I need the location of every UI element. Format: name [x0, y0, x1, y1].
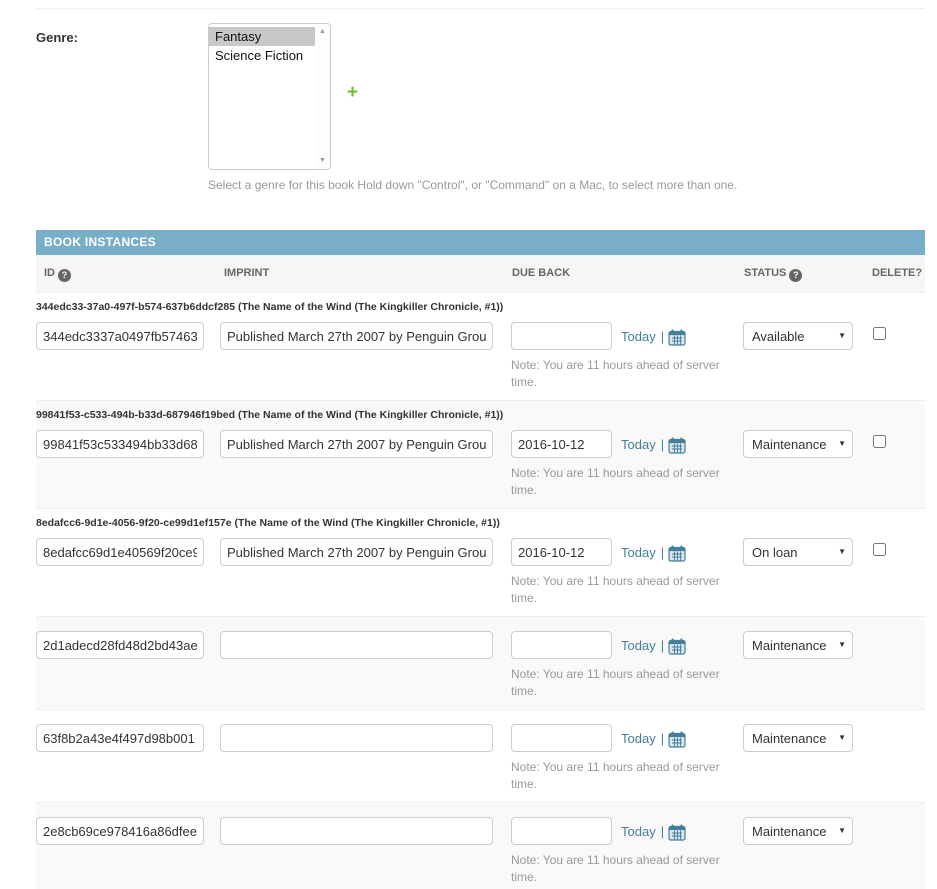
status-help-icon[interactable]: ? — [789, 269, 802, 282]
id-input[interactable] — [36, 430, 204, 458]
book-instance-row: Today | Note: You are 11 hours ahead of … — [36, 710, 925, 803]
status-select[interactable]: Maintenance — [743, 724, 853, 752]
calendar-icon[interactable] — [668, 545, 686, 562]
calendar-icon[interactable] — [668, 638, 686, 655]
scrollbar[interactable]: ▲ ▼ — [315, 24, 330, 169]
book-instances-module: BOOK INSTANCES ID? IMPRINT DUE BACK STAT… — [36, 230, 925, 889]
today-link[interactable]: Today — [621, 545, 656, 560]
book-change-form: Genre: Fantasy Science Fiction ▲ ▼ + Sel… — [0, 8, 937, 889]
status-select[interactable]: Maintenance — [743, 817, 853, 845]
separator: | — [661, 545, 664, 560]
due-back-input[interactable] — [511, 724, 612, 752]
book-instance-row: Today | Note: You are 11 hours ahead of … — [36, 803, 925, 889]
today-link[interactable]: Today — [621, 437, 656, 452]
timezone-note: Note: You are 11 hours ahead of server t… — [511, 852, 723, 886]
column-header-due-back: DUE BACK — [511, 267, 743, 282]
imprint-input[interactable] — [220, 322, 493, 350]
book-instance-row: Today | Note: You are 11 hours ahead of … — [36, 617, 925, 710]
status-select[interactable]: On loan — [743, 538, 853, 566]
imprint-input[interactable] — [220, 631, 493, 659]
instance-object-label: 344edc33-37a0-497f-b574-637b6ddcf285 (Th… — [36, 301, 925, 313]
column-header-id: ID? — [36, 267, 220, 282]
genre-multiselect[interactable]: Fantasy Science Fiction ▲ ▼ — [208, 23, 331, 170]
genre-option-science-fiction[interactable]: Science Fiction — [209, 46, 315, 65]
id-help-icon[interactable]: ? — [58, 269, 71, 282]
instance-object-label: 99841f53-c533-494b-b33d-687946f19bed (Th… — [36, 409, 925, 421]
book-instance-row: 8edafcc6-9d1e-4056-9f20-ce99d1ef157e (Th… — [36, 509, 925, 617]
imprint-input[interactable] — [220, 817, 493, 845]
separator: | — [661, 824, 664, 839]
genre-help-text: Select a genre for this book Hold down "… — [208, 178, 925, 192]
timezone-note: Note: You are 11 hours ahead of server t… — [511, 357, 723, 391]
due-back-input[interactable] — [511, 322, 612, 350]
column-header-imprint: IMPRINT — [220, 267, 511, 282]
delete-checkbox[interactable] — [873, 327, 886, 340]
status-select[interactable]: Maintenance — [743, 631, 853, 659]
column-header-row: ID? IMPRINT DUE BACK STATUS? DELETE? — [36, 255, 925, 293]
genre-options: Fantasy Science Fiction — [209, 24, 315, 169]
genre-label: Genre: — [36, 23, 208, 170]
today-link[interactable]: Today — [621, 824, 656, 839]
book-instance-row: 344edc33-37a0-497f-b574-637b6ddcf285 (Th… — [36, 293, 925, 401]
form-row-divider — [36, 8, 925, 9]
book-instances-header: BOOK INSTANCES — [36, 230, 925, 255]
scroll-up-icon[interactable]: ▲ — [319, 28, 326, 36]
id-input[interactable] — [36, 538, 204, 566]
calendar-icon[interactable] — [668, 329, 686, 346]
imprint-input[interactable] — [220, 430, 493, 458]
due-back-input[interactable] — [511, 631, 612, 659]
id-input[interactable] — [36, 322, 204, 350]
today-link[interactable]: Today — [621, 731, 656, 746]
due-back-input[interactable] — [511, 430, 612, 458]
separator: | — [661, 638, 664, 653]
genre-option-fantasy[interactable]: Fantasy — [209, 27, 315, 46]
status-select[interactable]: Maintenance — [743, 430, 853, 458]
imprint-input[interactable] — [220, 538, 493, 566]
calendar-icon[interactable] — [668, 731, 686, 748]
timezone-note: Note: You are 11 hours ahead of server t… — [511, 465, 723, 499]
due-back-input[interactable] — [511, 538, 612, 566]
id-input[interactable] — [36, 817, 204, 845]
delete-checkbox[interactable] — [873, 543, 886, 556]
timezone-note: Note: You are 11 hours ahead of server t… — [511, 666, 723, 700]
add-genre-icon[interactable]: + — [347, 85, 358, 170]
timezone-note: Note: You are 11 hours ahead of server t… — [511, 573, 723, 607]
today-link[interactable]: Today — [621, 638, 656, 653]
scroll-down-icon[interactable]: ▼ — [319, 157, 326, 165]
column-header-delete: DELETE? — [872, 267, 925, 282]
delete-checkbox[interactable] — [873, 435, 886, 448]
due-back-input[interactable] — [511, 817, 612, 845]
imprint-input[interactable] — [220, 724, 493, 752]
separator: | — [661, 329, 664, 344]
timezone-note: Note: You are 11 hours ahead of server t… — [511, 759, 723, 793]
id-input[interactable] — [36, 724, 204, 752]
today-link[interactable]: Today — [621, 329, 656, 344]
column-header-status: STATUS? — [743, 267, 872, 282]
book-instance-row: 99841f53-c533-494b-b33d-687946f19bed (Th… — [36, 401, 925, 509]
calendar-icon[interactable] — [668, 824, 686, 841]
id-input[interactable] — [36, 631, 204, 659]
separator: | — [661, 731, 664, 746]
status-select[interactable]: Available — [743, 322, 853, 350]
calendar-icon[interactable] — [668, 437, 686, 454]
instance-object-label: 8edafcc6-9d1e-4056-9f20-ce99d1ef157e (Th… — [36, 517, 925, 529]
genre-field-row: Genre: Fantasy Science Fiction ▲ ▼ + — [36, 23, 925, 170]
separator: | — [661, 437, 664, 452]
